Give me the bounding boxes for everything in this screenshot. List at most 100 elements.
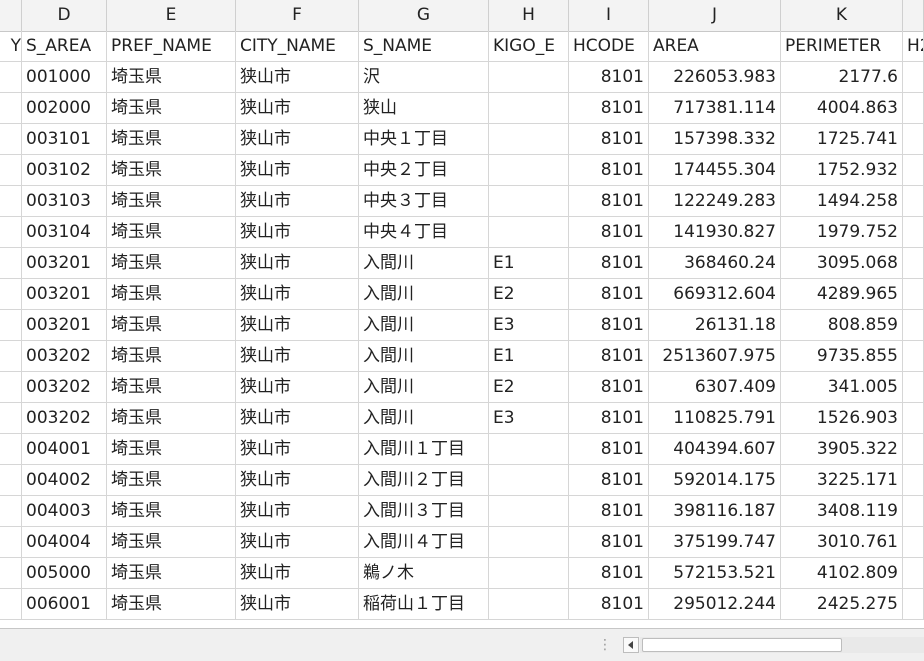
- cell-kigo[interactable]: [489, 93, 569, 124]
- cell-partial[interactable]: [0, 527, 22, 558]
- cell-partial[interactable]: [0, 558, 22, 589]
- cell-s-name[interactable]: 狭山: [359, 93, 489, 124]
- cell-perimeter[interactable]: 808.859: [781, 310, 903, 341]
- cell-s-name[interactable]: 入間川: [359, 341, 489, 372]
- cell-hcode[interactable]: 8101: [569, 527, 649, 558]
- cell-hcode[interactable]: 8101: [569, 155, 649, 186]
- cell-s-area[interactable]: 004003: [22, 496, 107, 527]
- cell-kigo[interactable]: E3: [489, 403, 569, 434]
- cell-s-area[interactable]: 003202: [22, 341, 107, 372]
- cell-partial[interactable]: [903, 124, 924, 155]
- cell-partial[interactable]: [903, 403, 924, 434]
- cell-pref[interactable]: 埼玉県: [107, 558, 236, 589]
- cell-area[interactable]: 368460.24: [649, 248, 781, 279]
- cell-pref[interactable]: 埼玉県: [107, 527, 236, 558]
- cell-hcode[interactable]: 8101: [569, 310, 649, 341]
- cell-partial[interactable]: [903, 217, 924, 248]
- cell-area[interactable]: 375199.747: [649, 527, 781, 558]
- cell-partial[interactable]: [0, 217, 22, 248]
- field-header-cell[interactable]: AREA: [649, 31, 781, 62]
- cell-kigo[interactable]: [489, 558, 569, 589]
- cell-city[interactable]: 狭山市: [236, 496, 359, 527]
- cell-s-area[interactable]: 003202: [22, 403, 107, 434]
- column-letter-k[interactable]: K: [781, 0, 903, 31]
- cell-city[interactable]: 狭山市: [236, 155, 359, 186]
- cell-hcode[interactable]: 8101: [569, 341, 649, 372]
- column-letter-j[interactable]: J: [649, 0, 781, 31]
- cell-city[interactable]: 狭山市: [236, 434, 359, 465]
- column-letter-h[interactable]: H: [489, 0, 569, 31]
- cell-area[interactable]: 592014.175: [649, 465, 781, 496]
- cell-city[interactable]: 狭山市: [236, 62, 359, 93]
- field-header-cell[interactable]: H2: [903, 31, 924, 62]
- cell-partial[interactable]: [903, 93, 924, 124]
- cell-area[interactable]: 6307.409: [649, 372, 781, 403]
- cell-s-area[interactable]: 004002: [22, 465, 107, 496]
- cell-partial[interactable]: [0, 62, 22, 93]
- cell-pref[interactable]: 埼玉県: [107, 248, 236, 279]
- cell-s-area[interactable]: 003201: [22, 310, 107, 341]
- cell-perimeter[interactable]: 3095.068: [781, 248, 903, 279]
- cell-city[interactable]: 狭山市: [236, 372, 359, 403]
- cell-pref[interactable]: 埼玉県: [107, 217, 236, 248]
- cell-perimeter[interactable]: 341.005: [781, 372, 903, 403]
- column-letter-e[interactable]: E: [107, 0, 236, 31]
- cell-partial[interactable]: [0, 155, 22, 186]
- cell-kigo[interactable]: E2: [489, 372, 569, 403]
- cell-perimeter[interactable]: 2177.6: [781, 62, 903, 93]
- cell-perimeter[interactable]: 1725.741: [781, 124, 903, 155]
- cell-pref[interactable]: 埼玉県: [107, 62, 236, 93]
- cell-perimeter[interactable]: 3408.119: [781, 496, 903, 527]
- cell-kigo[interactable]: E1: [489, 341, 569, 372]
- cell-s-name[interactable]: 入間川３丁目: [359, 496, 489, 527]
- cell-hcode[interactable]: 8101: [569, 186, 649, 217]
- cell-s-name[interactable]: 稲荷山１丁目: [359, 589, 489, 620]
- cell-pref[interactable]: 埼玉県: [107, 124, 236, 155]
- horizontal-scroll-thumb[interactable]: [642, 638, 842, 652]
- cell-hcode[interactable]: 8101: [569, 248, 649, 279]
- cell-pref[interactable]: 埼玉県: [107, 589, 236, 620]
- cell-perimeter[interactable]: 3010.761: [781, 527, 903, 558]
- cell-s-name[interactable]: 入間川２丁目: [359, 465, 489, 496]
- cell-kigo[interactable]: [489, 62, 569, 93]
- cell-s-name[interactable]: 中央１丁目: [359, 124, 489, 155]
- cell-perimeter[interactable]: 3225.171: [781, 465, 903, 496]
- cell-area[interactable]: 122249.283: [649, 186, 781, 217]
- cell-pref[interactable]: 埼玉県: [107, 155, 236, 186]
- column-letter-g[interactable]: G: [359, 0, 489, 31]
- cell-s-name[interactable]: 鵜ノ木: [359, 558, 489, 589]
- cell-partial[interactable]: [903, 527, 924, 558]
- cell-city[interactable]: 狭山市: [236, 93, 359, 124]
- cell-partial[interactable]: [903, 465, 924, 496]
- cell-s-name[interactable]: 入間川: [359, 248, 489, 279]
- cell-s-area[interactable]: 001000: [22, 62, 107, 93]
- column-letter-right-partial[interactable]: [903, 0, 924, 31]
- cell-hcode[interactable]: 8101: [569, 279, 649, 310]
- cell-kigo[interactable]: [489, 527, 569, 558]
- cell-kigo[interactable]: E3: [489, 310, 569, 341]
- cell-partial[interactable]: [0, 434, 22, 465]
- cell-partial[interactable]: [0, 403, 22, 434]
- cell-hcode[interactable]: 8101: [569, 465, 649, 496]
- cell-hcode[interactable]: 8101: [569, 496, 649, 527]
- cell-s-area[interactable]: 003201: [22, 279, 107, 310]
- field-header-cell[interactable]: Y: [0, 31, 22, 62]
- column-letter-i[interactable]: I: [569, 0, 649, 31]
- cell-partial[interactable]: [903, 434, 924, 465]
- cell-s-name[interactable]: 沢: [359, 62, 489, 93]
- cell-partial[interactable]: [0, 465, 22, 496]
- cell-s-name[interactable]: 入間川: [359, 372, 489, 403]
- cell-s-name[interactable]: 中央３丁目: [359, 186, 489, 217]
- field-header-cell[interactable]: KIGO_E: [489, 31, 569, 62]
- cell-pref[interactable]: 埼玉県: [107, 372, 236, 403]
- cell-partial[interactable]: [903, 558, 924, 589]
- cell-s-area[interactable]: 002000: [22, 93, 107, 124]
- cell-partial[interactable]: [903, 372, 924, 403]
- cell-area[interactable]: 2513607.975: [649, 341, 781, 372]
- cell-s-name[interactable]: 入間川: [359, 403, 489, 434]
- cell-partial[interactable]: [0, 248, 22, 279]
- cell-city[interactable]: 狭山市: [236, 341, 359, 372]
- column-letter-d[interactable]: D: [22, 0, 107, 31]
- cell-city[interactable]: 狭山市: [236, 310, 359, 341]
- cell-pref[interactable]: 埼玉県: [107, 186, 236, 217]
